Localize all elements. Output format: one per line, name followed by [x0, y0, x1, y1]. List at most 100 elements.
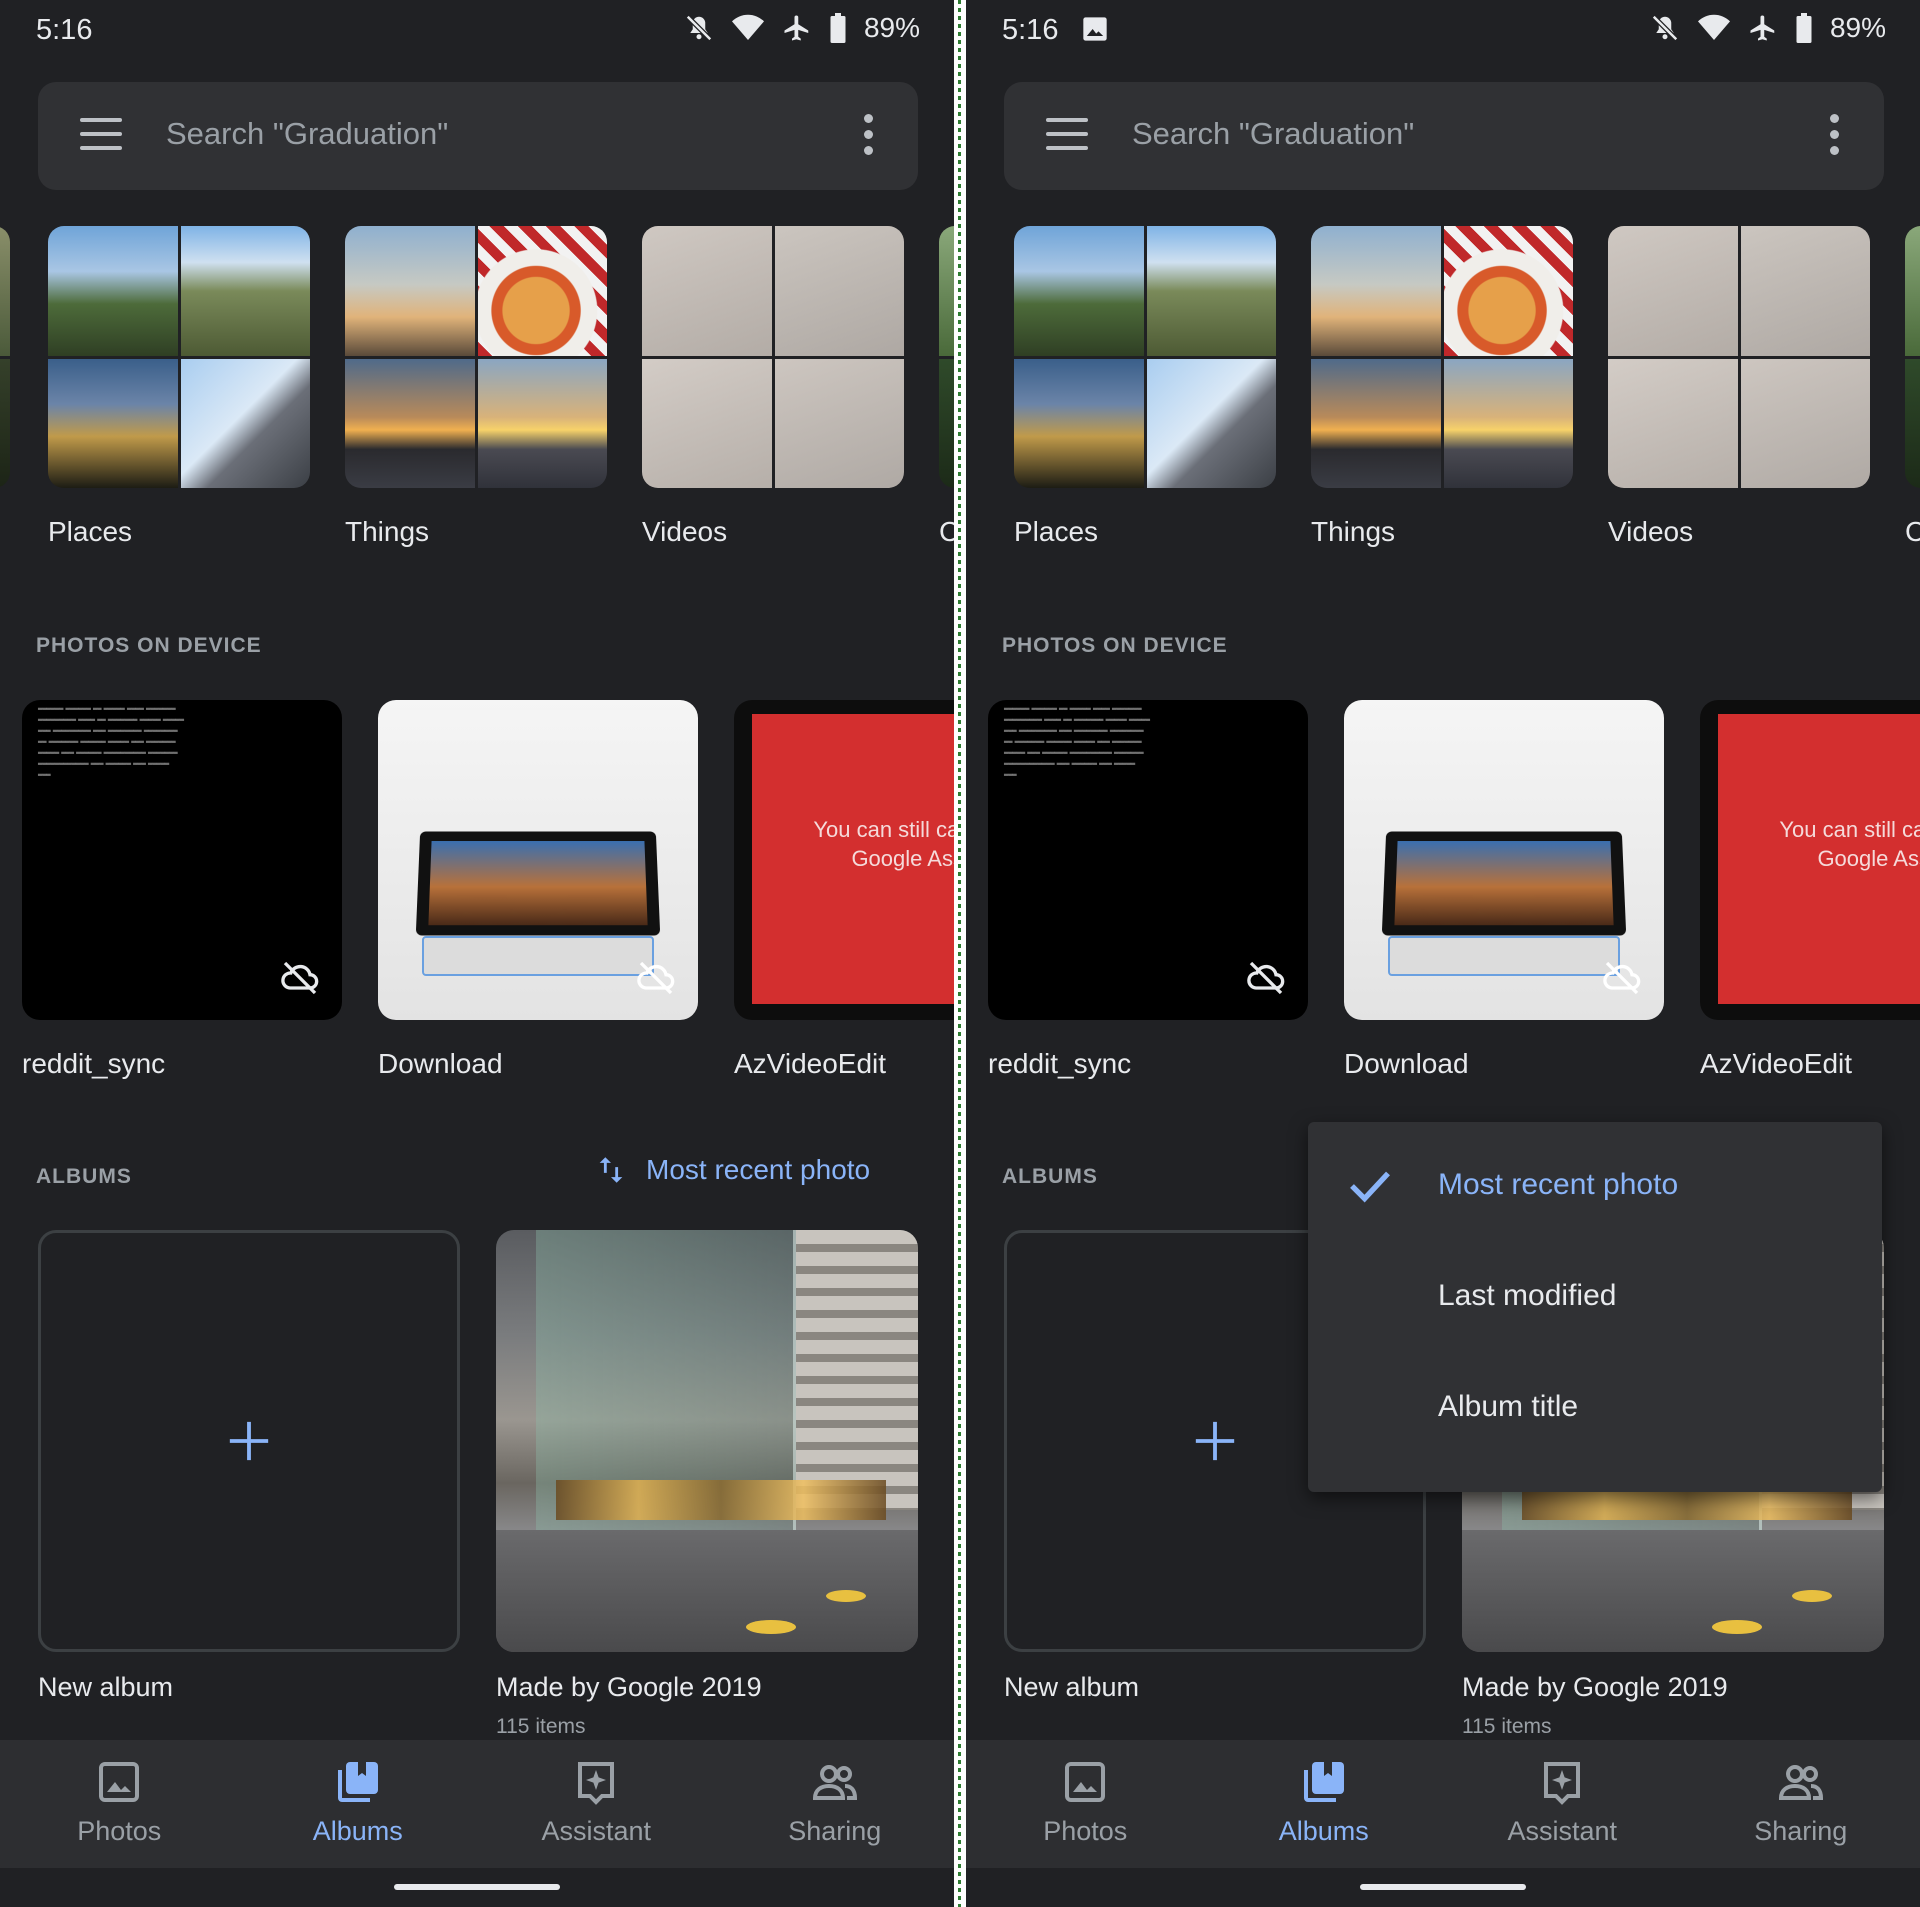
albums-icon — [1303, 1762, 1344, 1802]
new-album-card[interactable]: New album — [38, 1230, 460, 1703]
sort-option-label: Most recent photo — [1438, 1168, 1679, 1201]
nav-label: Photos — [77, 1816, 162, 1846]
nav-label: Albums — [1278, 1816, 1369, 1846]
hamburger-menu-icon[interactable] — [1046, 118, 1088, 154]
download-thumbnail — [378, 700, 698, 1020]
photo-icon — [99, 1762, 140, 1802]
search-placeholder: Search "Graduation" — [1132, 116, 1415, 151]
nav-assistant[interactable]: Assistant — [1443, 1740, 1682, 1868]
backup-off-icon — [281, 961, 319, 995]
status-bar: 5:16 89% — [966, 0, 1920, 60]
more-options-icon[interactable] — [864, 114, 876, 158]
category-label: Things — [1311, 516, 1396, 547]
category-partial-right[interactable]: C — [939, 226, 954, 548]
search-bar[interactable]: Search "Graduation" — [38, 82, 918, 190]
sort-label: Most recent photo — [646, 1154, 871, 1185]
sharing-icon — [1778, 1765, 1823, 1800]
category-label: Things — [345, 516, 430, 547]
hamburger-menu-icon[interactable] — [80, 118, 122, 154]
category-things[interactable]: Things — [1311, 226, 1573, 548]
backup-off-icon — [637, 961, 675, 995]
album-title: New album — [38, 1672, 174, 1702]
album-title: Made by Google 2019 — [1462, 1672, 1728, 1702]
album-made-by-google-2019[interactable]: Made by Google 2019 115 items — [496, 1230, 918, 1739]
category-videos[interactable]: Videos — [1608, 226, 1870, 548]
things-collage — [345, 226, 607, 488]
folder-label: AzVideoEdit — [734, 1048, 887, 1079]
album-count: 115 items — [496, 1715, 586, 1738]
category-videos[interactable]: Videos — [642, 226, 904, 548]
category-partial-right[interactable]: C — [1905, 226, 1920, 548]
category-things[interactable]: Things — [345, 226, 607, 548]
category-places[interactable]: Places — [48, 226, 310, 548]
photos-on-device-heading: PHOTOS ON DEVICE — [36, 634, 262, 657]
status-bar: 5:16 89% — [0, 0, 954, 60]
assistant-icon — [1544, 1762, 1581, 1805]
azvideoedit-thumbnail: You can still call me your Google Assist… — [734, 700, 954, 1020]
device-folder-azvideoedit[interactable]: You can still call me your Google Assist… — [1700, 700, 1920, 1080]
download-thumbnail — [1344, 700, 1664, 1020]
album-cover — [496, 1230, 918, 1652]
places-collage — [1014, 226, 1276, 488]
bottom-navigation: Photos Albums Assistant Sharing — [966, 1740, 1920, 1868]
category-label: Places — [1014, 516, 1099, 547]
album-sort-button[interactable]: Most recent photo — [594, 1152, 870, 1188]
album-sort-menu: Most recent photo Last modified Album ti… — [1308, 1122, 1882, 1492]
videos-collage — [1608, 226, 1870, 488]
places-collage — [48, 226, 310, 488]
nav-label: Photos — [1043, 1816, 1128, 1846]
gesture-bar[interactable] — [394, 1884, 560, 1890]
wifi-icon — [1697, 14, 1730, 40]
albums-icon — [337, 1762, 378, 1802]
sort-option-last-modified[interactable]: Last modified — [1308, 1241, 1882, 1351]
device-folder-reddit-sync[interactable]: ══════ ══════ ══ ═════ ════ ═══════ ═════… — [988, 700, 1308, 1080]
device-folder-azvideoedit[interactable]: You can still call me your Google Assist… — [734, 700, 954, 1080]
folder-label: reddit_sync — [988, 1048, 1132, 1079]
notifications-off-icon — [685, 14, 712, 42]
category-label: Videos — [642, 516, 728, 547]
device-folder-reddit-sync[interactable]: ══════ ══════ ══ ═════ ════ ═══════ ═════… — [22, 700, 342, 1080]
album-title: Made by Google 2019 — [496, 1672, 762, 1702]
photos-on-device-heading: PHOTOS ON DEVICE — [1002, 634, 1228, 657]
notifications-off-icon — [1651, 14, 1678, 42]
plus-icon — [229, 1421, 269, 1461]
status-time: 5:16 — [1002, 14, 1059, 46]
bottom-navigation: Photos Albums Assistant Sharing — [0, 1740, 954, 1868]
sharing-icon — [812, 1765, 857, 1800]
explore-categories: Places Things Videos C — [0, 226, 954, 548]
more-options-icon[interactable] — [1830, 114, 1842, 158]
sort-option-album-title[interactable]: Album title — [1308, 1352, 1882, 1462]
nav-albums[interactable]: Albums — [1205, 1740, 1444, 1868]
nav-albums[interactable]: Albums — [239, 1740, 478, 1868]
phone-screen-left: 5:16 89% Search "Graduation" Places Thin… — [0, 0, 954, 1907]
assistant-icon — [578, 1762, 615, 1805]
gesture-bar[interactable] — [1360, 1884, 1526, 1890]
folder-label: Download — [1344, 1048, 1469, 1079]
category-partial-left[interactable] — [0, 226, 10, 488]
phone-screen-right: 5:16 89% Search "Graduation" Places Thin… — [966, 0, 1920, 1907]
nav-label: Assistant — [541, 1816, 652, 1846]
nav-sharing[interactable]: Sharing — [1682, 1740, 1920, 1868]
nav-photos[interactable]: Photos — [966, 1740, 1205, 1868]
folder-label: AzVideoEdit — [1700, 1048, 1853, 1079]
things-collage — [1311, 226, 1573, 488]
reddit-sync-thumbnail: ══════ ══════ ══ ═════ ════ ═══════ ═════… — [988, 700, 1308, 1020]
sort-option-most-recent-photo[interactable]: Most recent photo — [1308, 1130, 1882, 1240]
nav-sharing[interactable]: Sharing — [716, 1740, 955, 1868]
airplane-mode-icon — [1750, 15, 1775, 41]
battery-percent: 89% — [1829, 12, 1886, 43]
check-icon — [1350, 1171, 1390, 1203]
device-folder-download[interactable]: Download — [1344, 700, 1664, 1080]
azvideoedit-banner-text: You can still call me your Google Assist… — [1779, 817, 1920, 871]
device-folder-download[interactable]: Download — [378, 700, 698, 1080]
image-notification-icon — [1083, 17, 1107, 41]
albums-heading: ALBUMS — [36, 1165, 132, 1188]
photo-icon — [1065, 1762, 1106, 1802]
search-bar[interactable]: Search "Graduation" — [1004, 82, 1884, 190]
sort-option-label: Last modified — [1438, 1279, 1617, 1312]
category-label: Videos — [1608, 516, 1694, 547]
category-places[interactable]: Places — [1014, 226, 1276, 548]
nav-photos[interactable]: Photos — [0, 1740, 239, 1868]
nav-assistant[interactable]: Assistant — [477, 1740, 716, 1868]
status-time: 5:16 — [36, 14, 93, 46]
